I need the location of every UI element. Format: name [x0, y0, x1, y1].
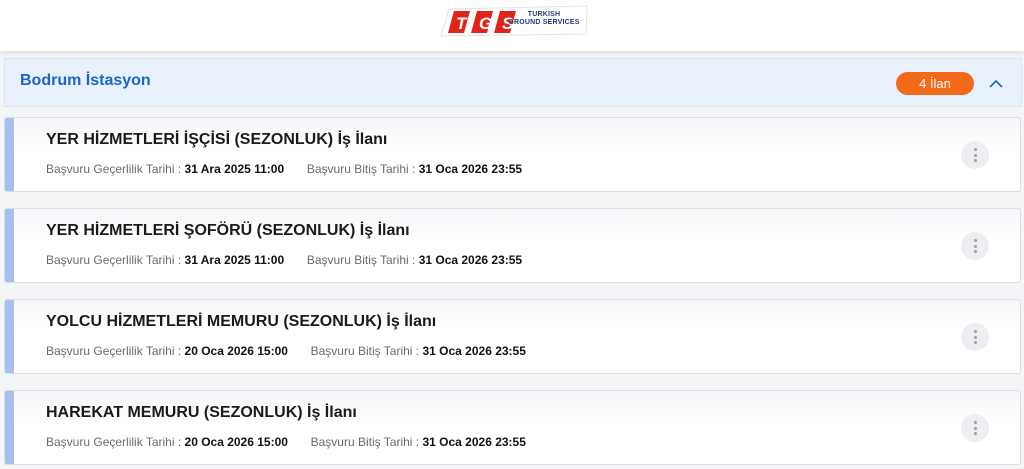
end-date-label: Başvuru Bitiş Tarihi :	[310, 344, 420, 358]
logo-wordmark: TURKISH GROUND SERVICES	[503, 11, 585, 27]
chevron-up-icon[interactable]	[986, 74, 1006, 94]
job-title: YOLCU HİZMETLERİ MEMURU (SEZONLUK) İş İl…	[46, 313, 437, 330]
logo-line-1: TURKISH	[527, 11, 561, 18]
card-accent-bar	[5, 209, 14, 282]
station-section-header[interactable]: Bodrum İstasyon 4 İlan	[4, 58, 1022, 107]
end-date-label: Başvuru Bitiş Tarihi :	[306, 162, 416, 176]
end-date-label: Başvuru Bitiş Tarihi :	[310, 435, 420, 449]
job-dates: Başvuru Geçerlilik Tarihi : 20 Oca 2026 …	[46, 344, 526, 358]
job-card[interactable]: YER HİZMETLERİ İŞÇİSİ (SEZONLUK) İş İlan…	[4, 117, 1021, 192]
card-accent-bar	[5, 300, 14, 373]
job-card[interactable]: YOLCU HİZMETLERİ MEMURU (SEZONLUK) İş İl…	[4, 299, 1021, 374]
logo-letter-g: G	[479, 14, 492, 33]
top-bar: T GS TURKISH GROUND SERVICES	[0, 0, 1024, 51]
end-date-value: 31 Oca 2026 23:55	[422, 344, 526, 358]
logo-line-2: GROUND SERVICES	[508, 19, 580, 26]
end-date-value: 31 Oca 2026 23:55	[422, 435, 526, 449]
tgs-logo[interactable]: T GS TURKISH GROUND SERVICES	[440, 5, 588, 37]
card-accent-bar	[5, 118, 14, 191]
job-card[interactable]: HAREKAT MEMURU (SEZONLUK) İş İlanı Başvu…	[4, 390, 1021, 465]
start-date-label: Başvuru Geçerlilik Tarihi :	[46, 253, 182, 267]
start-date-value: 20 Oca 2026 15:00	[184, 344, 288, 358]
more-options-icon[interactable]	[961, 323, 989, 351]
job-count-badge: 4 İlan	[896, 72, 974, 95]
logo-letter-t: T	[456, 14, 468, 33]
start-date-value: 20 Oca 2026 15:00	[184, 435, 288, 449]
start-date-label: Başvuru Geçerlilik Tarihi :	[46, 162, 182, 176]
job-dates: Başvuru Geçerlilik Tarihi : 31 Ara 2025 …	[46, 253, 522, 267]
end-date-value: 31 Oca 2026 23:55	[418, 253, 523, 267]
job-title: YER HİZMETLERİ ŞOFÖRÜ (SEZONLUK) İş İlan…	[46, 222, 410, 239]
station-title: Bodrum İstasyon	[20, 72, 151, 89]
start-date-value: 31 Ara 2025 11:00	[184, 253, 285, 267]
card-accent-bar	[5, 391, 14, 464]
more-options-icon[interactable]	[961, 141, 989, 169]
end-date-value: 31 Oca 2026 23:55	[418, 162, 523, 176]
more-options-icon[interactable]	[961, 232, 989, 260]
job-card[interactable]: YER HİZMETLERİ ŞOFÖRÜ (SEZONLUK) İş İlan…	[4, 208, 1021, 283]
job-title: HAREKAT MEMURU (SEZONLUK) İş İlanı	[46, 404, 357, 421]
start-date-value: 31 Ara 2025 11:00	[184, 162, 285, 176]
start-date-label: Başvuru Geçerlilik Tarihi :	[46, 344, 182, 358]
start-date-label: Başvuru Geçerlilik Tarihi :	[46, 435, 182, 449]
job-title: YER HİZMETLERİ İŞÇİSİ (SEZONLUK) İş İlan…	[46, 131, 388, 148]
job-dates: Başvuru Geçerlilik Tarihi : 31 Ara 2025 …	[46, 162, 522, 176]
job-dates: Başvuru Geçerlilik Tarihi : 20 Oca 2026 …	[46, 435, 526, 449]
end-date-label: Başvuru Bitiş Tarihi :	[306, 253, 416, 267]
more-options-icon[interactable]	[961, 414, 989, 442]
